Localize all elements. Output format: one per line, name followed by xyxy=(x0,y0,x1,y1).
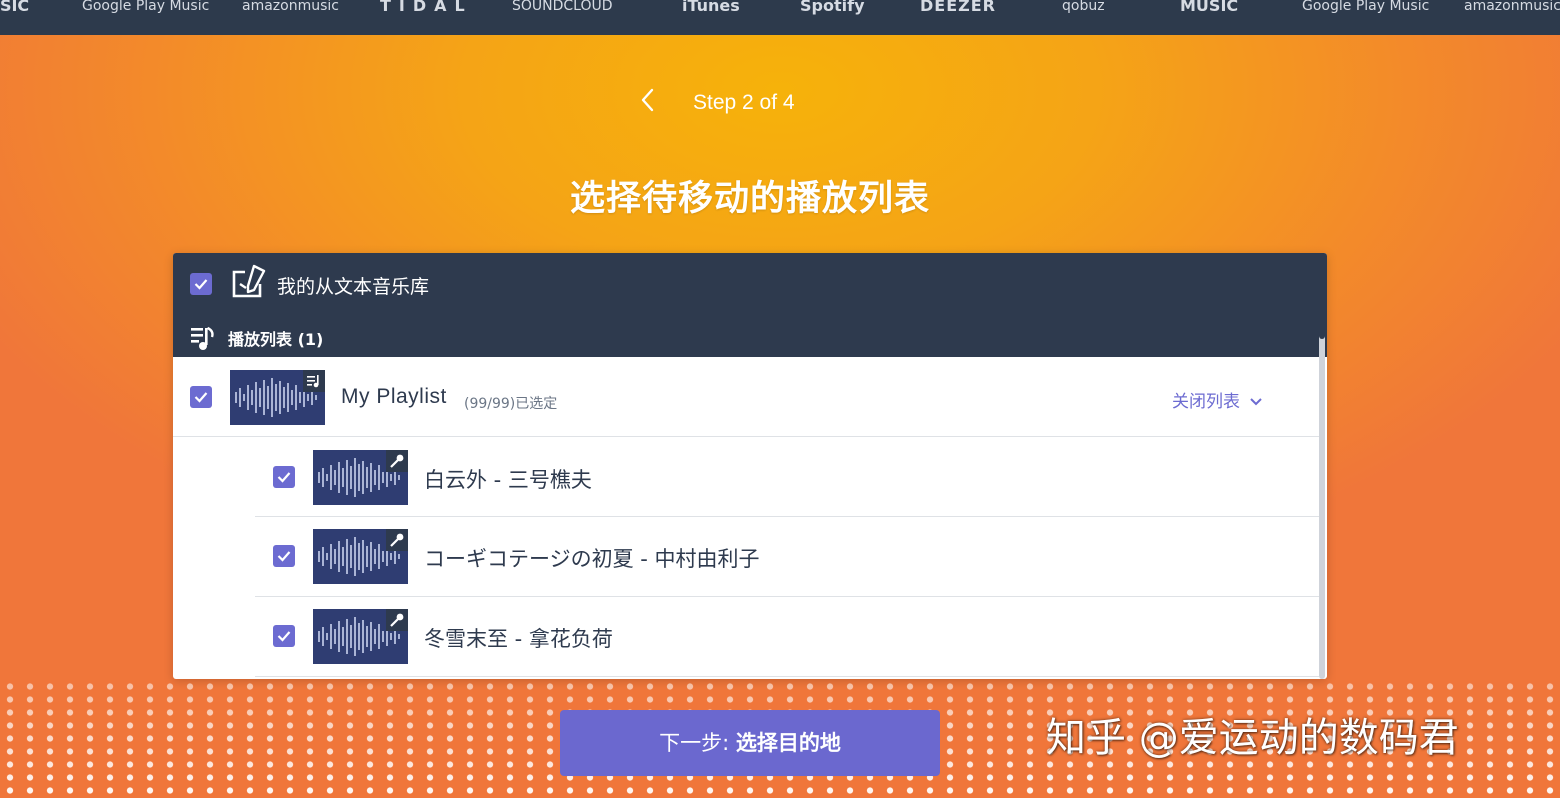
brand-logo-bar: JSIC Google Play Music amazonmusic TIDAL… xyxy=(0,0,1560,35)
playlist-badge-icon xyxy=(303,370,325,392)
collapse-list-toggle[interactable]: 关闭列表 xyxy=(1172,387,1263,412)
library-title: 我的从文本音乐库 xyxy=(277,276,430,298)
track-title: コーギコテージの初夏 - 中村由利子 xyxy=(424,547,760,571)
back-chevron-icon[interactable] xyxy=(640,88,660,114)
playlist-selected-count: (99/99)已选定 xyxy=(464,396,558,412)
playlist-music-icon xyxy=(190,325,216,355)
library-checkbox[interactable] xyxy=(190,273,212,295)
track-title: 白云外 - 三号樵夫 xyxy=(424,468,592,492)
collapse-list-label: 关闭列表 xyxy=(1172,392,1240,412)
track-row[interactable]: 冬雪末至 - 拿花负荷 xyxy=(255,597,1319,677)
page-title: 选择待移动的播放列表 xyxy=(569,179,930,219)
next-step-prefix: 下一步: xyxy=(659,731,736,755)
brand-logo: amazonmusic xyxy=(242,0,339,14)
brand-logo: amazonmusic xyxy=(1464,0,1560,14)
brand-logo: SOUNDCLOUD xyxy=(512,0,613,14)
playlists-section-label: 播放列表 (1) xyxy=(228,330,324,349)
track-thumbnail xyxy=(313,529,408,584)
brand-logo: qobuz xyxy=(1062,0,1105,14)
chevron-down-icon xyxy=(1250,398,1263,406)
playlist-selection-panel: 我的从文本音乐库 播放列表 (1) 白云外 - 三号樵夫 コーギコテージの初夏 … xyxy=(173,253,1327,679)
edit-note-icon xyxy=(230,262,268,304)
brand-logo: MUSIC xyxy=(1180,0,1239,15)
brand-logo: iTunes xyxy=(682,0,740,15)
brand-logo: DEEZER xyxy=(920,0,996,15)
track-checkbox[interactable] xyxy=(273,625,295,647)
playlist-thumbnail xyxy=(230,370,325,425)
track-row[interactable]: コーギコテージの初夏 - 中村由利子 xyxy=(255,517,1319,597)
step-indicator: Step 2 of 4 xyxy=(693,91,795,114)
track-checkbox[interactable] xyxy=(273,466,295,488)
next-step-button[interactable]: 下一步: 选择目的地 xyxy=(560,710,940,776)
playlist-name: My Playlist xyxy=(341,385,447,408)
track-row[interactable]: 白云外 - 三号樵夫 xyxy=(255,437,1319,517)
brand-logo: TIDAL xyxy=(380,0,473,15)
track-title: 冬雪末至 - 拿花负荷 xyxy=(424,627,613,651)
brand-logo: Google Play Music xyxy=(1302,0,1430,14)
library-header: 我的从文本音乐库 播放列表 (1) xyxy=(173,253,1327,357)
microphone-icon xyxy=(386,450,408,472)
brand-logo: Google Play Music xyxy=(82,0,210,14)
track-checkbox[interactable] xyxy=(273,545,295,567)
microphone-icon xyxy=(386,529,408,551)
scrollbar-thumb[interactable] xyxy=(1319,315,1325,339)
track-thumbnail xyxy=(313,450,408,505)
microphone-icon xyxy=(386,609,408,631)
playlist-checkbox[interactable] xyxy=(190,386,212,408)
brand-logo: Spotify xyxy=(800,0,865,15)
brand-logo: JSIC xyxy=(0,0,30,15)
next-step-label: 选择目的地 xyxy=(735,731,841,755)
watermark: 知乎 @爱运动的数码君 xyxy=(1046,715,1459,761)
track-thumbnail xyxy=(313,609,408,664)
scrollbar-track[interactable] xyxy=(1319,333,1325,679)
